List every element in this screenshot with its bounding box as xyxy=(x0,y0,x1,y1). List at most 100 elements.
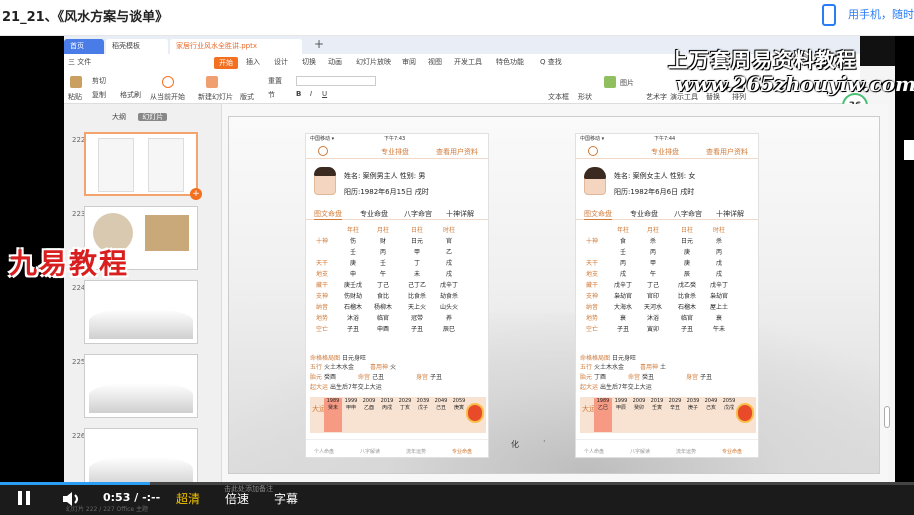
tab-ten-gods[interactable]: 十神详解 xyxy=(716,209,744,219)
dayun-cell[interactable]: 2009 癸卯 xyxy=(630,398,648,432)
side-panel-tab[interactable] xyxy=(904,140,914,160)
slide-thumb-222[interactable]: + xyxy=(84,132,202,200)
nav-item[interactable]: 八字解读 xyxy=(630,448,650,455)
mobile-watch-link[interactable]: 用手机，随时 xyxy=(848,6,914,22)
extra-value: 己丑 xyxy=(371,374,384,381)
extra-key: 胎元 xyxy=(310,374,323,381)
header-pro-chart[interactable]: 专业排盘 xyxy=(651,147,679,157)
menu-file[interactable]: 三 文件 xyxy=(68,57,91,67)
dayun-cell[interactable]: 2029 辛丑 xyxy=(666,398,684,432)
dayun-cell[interactable]: 1999 甲申 xyxy=(342,398,360,432)
dayun-cell[interactable]: 1999 甲辰 xyxy=(612,398,630,432)
menu-start[interactable]: 开始 xyxy=(214,57,238,69)
quality-button[interactable]: 超清 xyxy=(176,490,200,507)
format-painter-button[interactable]: 格式刷 xyxy=(120,90,141,100)
chart-tabs: 图文命盘 专业命盘 八字命宫 十神详解 xyxy=(306,206,488,220)
layout-button[interactable]: 版式 xyxy=(240,92,254,102)
play-current-icon[interactable] xyxy=(162,76,174,88)
user-icon[interactable] xyxy=(588,146,598,156)
section-button[interactable]: 节 xyxy=(268,90,275,100)
menu-review[interactable]: 审阅 xyxy=(402,57,416,67)
picture-icon[interactable] xyxy=(604,76,616,88)
dayun-year: 2039 xyxy=(686,398,700,404)
menu-view[interactable]: 视图 xyxy=(428,57,442,67)
nav-item[interactable]: 个人命盘 xyxy=(314,448,334,455)
wordart-button[interactable]: 艺术字 xyxy=(646,92,667,102)
trophy-icon[interactable] xyxy=(736,403,754,423)
tab-bazi-palace[interactable]: 八字命宫 xyxy=(404,209,432,219)
textbox-button[interactable]: 文本框 xyxy=(548,92,569,102)
dayun-cell[interactable]: 2029 丁亥 xyxy=(396,398,414,432)
tab-docer-template[interactable]: 稻壳模板 xyxy=(106,39,168,54)
nav-item[interactable]: 专业命盘 xyxy=(452,448,472,455)
pause-icon[interactable] xyxy=(18,491,30,505)
tab-slides[interactable]: 幻灯片 xyxy=(138,113,168,121)
paste-button[interactable]: 粘贴 xyxy=(68,92,82,102)
nav-item[interactable]: 流年运势 xyxy=(676,448,696,455)
tab-bazi-palace[interactable]: 八字命宫 xyxy=(674,209,702,219)
header-user-info[interactable]: 查看用户资料 xyxy=(436,147,478,157)
header-pro-chart[interactable]: 专业排盘 xyxy=(381,147,409,157)
nav-item[interactable]: 专业命盘 xyxy=(722,448,742,455)
menu-design[interactable]: 设计 xyxy=(274,57,288,67)
menu-transition[interactable]: 切换 xyxy=(302,57,316,67)
bazi-cell: 壬 xyxy=(379,260,386,267)
new-slide-icon[interactable] xyxy=(206,76,218,88)
underline-icon[interactable]: U xyxy=(322,90,327,98)
bazi-cell: 寅卯 xyxy=(646,326,659,333)
dayun-cell[interactable]: 1989 癸未 xyxy=(324,398,342,432)
bold-icon[interactable]: B xyxy=(296,90,301,98)
trophy-icon[interactable] xyxy=(466,403,484,423)
add-slide-plus-icon[interactable]: + xyxy=(190,188,202,200)
new-tab-plus-icon[interactable]: + xyxy=(314,37,324,51)
tab-pro-chart[interactable]: 专业命盘 xyxy=(360,209,388,219)
menu-slideshow[interactable]: 幻灯片放映 xyxy=(356,57,391,67)
nav-item[interactable]: 八字解读 xyxy=(360,448,380,455)
notes-placeholder[interactable]: 击此处添加备注 xyxy=(224,484,273,494)
tab-outline[interactable]: 大纲 xyxy=(112,113,126,121)
bazi-cell: 天河水 xyxy=(643,304,662,311)
copy-button[interactable]: 复制 xyxy=(92,90,106,100)
dayun-cell[interactable]: 2039 庚子 xyxy=(684,398,702,432)
header-user-info[interactable]: 查看用户资料 xyxy=(706,147,748,157)
extra-value: 丁酉 xyxy=(593,374,606,381)
tab-document[interactable]: 家居行业风水全胜讲.pptx xyxy=(170,39,302,54)
picture-button[interactable]: 图片 xyxy=(620,78,634,88)
tab-graphic-chart[interactable]: 图文命盘 xyxy=(584,209,612,220)
shape-button[interactable]: 形状 xyxy=(578,92,592,102)
paste-icon[interactable] xyxy=(70,76,82,88)
menu-search[interactable]: Q 查找 xyxy=(540,57,562,67)
menu-insert[interactable]: 插入 xyxy=(246,57,260,67)
menu-animation[interactable]: 动画 xyxy=(328,57,342,67)
slide-thumb-225[interactable] xyxy=(84,354,198,418)
italic-icon[interactable]: I xyxy=(310,90,312,98)
dayun-cell[interactable]: 2009 乙酉 xyxy=(360,398,378,432)
phone-icon[interactable] xyxy=(822,4,836,26)
user-icon[interactable] xyxy=(318,146,328,156)
nav-item[interactable]: 流年运势 xyxy=(406,448,426,455)
reset-button[interactable]: 重置 xyxy=(268,76,282,86)
nav-item[interactable]: 个人命盘 xyxy=(584,448,604,455)
menu-features[interactable]: 特色功能 xyxy=(496,57,524,67)
dayun-cell[interactable]: 2049 己亥 xyxy=(702,398,720,432)
from-current-button[interactable]: 从当前开始 xyxy=(150,92,185,102)
new-slide-button[interactable]: 新建幻灯片 xyxy=(198,92,233,102)
font-name-select[interactable] xyxy=(296,76,376,86)
vertical-scrollbar-thumb[interactable] xyxy=(884,406,890,428)
cut-button[interactable]: 剪切 xyxy=(92,76,106,86)
tab-graphic-chart[interactable]: 图文命盘 xyxy=(314,209,342,220)
dayun-cell[interactable]: 2019 丙戌 xyxy=(378,398,396,432)
menu-developer[interactable]: 开发工具 xyxy=(454,57,482,67)
dayun-cell[interactable]: 2019 壬寅 xyxy=(648,398,666,432)
tab-ten-gods[interactable]: 十神详解 xyxy=(446,209,474,219)
dayun-cell[interactable]: 2049 己丑 xyxy=(432,398,450,432)
slide-thumb-224[interactable] xyxy=(84,280,198,344)
current-time: 0:53 xyxy=(103,491,131,504)
tab-pro-chart[interactable]: 专业命盘 xyxy=(630,209,658,219)
dayun-cell[interactable]: 1989 乙巳 xyxy=(594,398,612,432)
subtitle-button[interactable]: 字幕 xyxy=(274,490,298,507)
tab-home[interactable]: 首页 xyxy=(64,39,104,54)
dayun-cell[interactable]: 2039 戊子 xyxy=(414,398,432,432)
current-slide[interactable]: 中国移动 ▾ 下午7:43 专业排盘 查看用户资料 姓名: 案例男主人 性别: 男… xyxy=(228,116,880,474)
dayun-year: 1999 xyxy=(344,398,358,404)
